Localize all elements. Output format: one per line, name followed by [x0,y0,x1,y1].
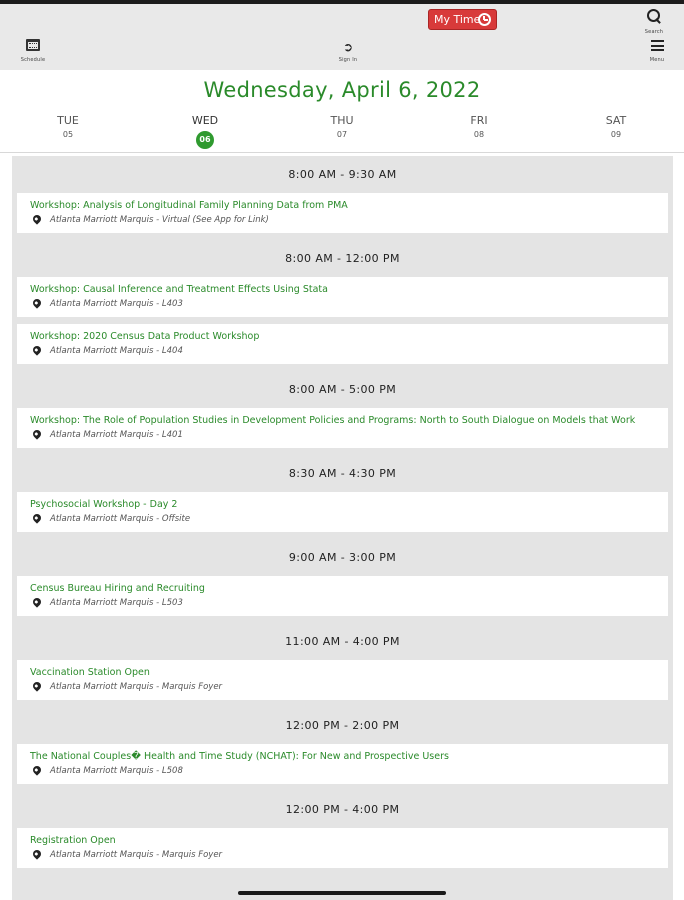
time-slot-header: 12:00 PM - 2:00 PM [285,719,400,732]
schedule-list-content: 8:00 AM - 9:30 AM Workshop: Analysis of … [12,156,673,875]
event-title[interactable]: Workshop: The Role of Population Studies… [30,414,655,427]
event-location: Atlanta Marriott Marquis - L404 [30,344,655,356]
event-card[interactable]: Registration Open Atlanta Marriott Marqu… [17,828,668,868]
map-pin-icon [31,297,43,309]
map-pin-icon [31,764,43,776]
page-title: Wednesday, April 6, 2022 [203,78,481,102]
event-location-text: Atlanta Marriott Marquis - L508 [50,766,183,776]
schedule-button[interactable]: Schedule [14,36,52,63]
time-slot-header: 8:00 AM - 5:00 PM [288,383,397,396]
event-location-text: Atlanta Marriott Marquis - L401 [50,430,183,440]
time-slot-header: 9:00 AM - 3:00 PM [288,551,397,564]
map-pin-icon [31,596,43,608]
time-slot-header: 8:30 AM - 4:30 PM [288,467,397,480]
event-location: Atlanta Marriott Marquis - L403 [30,297,655,309]
day-tab-fri[interactable]: FRI 08 [449,114,509,139]
event-location-text: Atlanta Marriott Marquis - Marquis Foyer [50,682,223,692]
search-icon [647,9,661,23]
day-selector: TUE 05 WED 06 THU 07 FRI 08 SAT 09 [0,114,684,154]
event-location: Atlanta Marriott Marquis - Offsite [30,512,655,524]
time-slot-header: 8:00 AM - 12:00 PM [285,252,400,265]
schedule-label: Schedule [20,57,46,63]
day-tab-sat[interactable]: SAT 09 [586,114,646,139]
day-name: SAT [605,114,627,127]
event-location-text: Atlanta Marriott Marquis - Marquis Foyer [50,850,223,860]
event-card[interactable]: Census Bureau Hiring and Recruiting Atla… [17,576,668,616]
event-location-text: Atlanta Marriott Marquis - Offsite [50,514,191,524]
day-tab-tue[interactable]: TUE 05 [38,114,98,139]
event-location: Atlanta Marriott Marquis - Virtual (See … [30,213,655,225]
day-name: WED [191,114,219,127]
sign-in-icon: ➲ [342,40,354,54]
event-location-text: Atlanta Marriott Marquis - L404 [50,346,183,356]
app-header: My Time Schedule ➲ Sign In Search Menu [0,4,684,70]
day-date: 07 [336,130,348,139]
map-pin-icon [31,680,43,692]
event-card[interactable]: Workshop: 2020 Census Data Product Works… [17,324,668,364]
event-title[interactable]: Vaccination Station Open [30,666,655,679]
time-slot-header: 8:00 AM - 9:30 AM [288,168,397,181]
map-pin-icon [31,848,43,860]
time-slot-header: 12:00 PM - 4:00 PM [285,803,400,816]
day-name: THU [330,114,354,127]
event-card[interactable]: Workshop: Analysis of Longitudinal Famil… [17,193,668,233]
menu-button[interactable]: Menu [640,36,674,63]
my-time-button[interactable]: My Time [428,9,497,30]
menu-icon [650,40,664,51]
app-screen: My Time Schedule ➲ Sign In Search Menu W… [0,0,684,900]
menu-label: Menu [649,57,665,63]
day-name: TUE [57,114,79,127]
calendar-icon [26,39,40,51]
event-title[interactable]: Workshop: Analysis of Longitudinal Famil… [30,199,655,212]
day-tab-wed[interactable]: WED 06 [175,114,235,149]
event-location: Atlanta Marriott Marquis - L508 [30,764,655,776]
event-card[interactable]: Vaccination Station Open Atlanta Marriot… [17,660,668,700]
event-title[interactable]: The National Couples� Health and Time St… [30,750,655,763]
search-button[interactable]: Search [636,8,672,35]
sign-in-button[interactable]: ➲ Sign In [330,36,366,64]
event-location-text: Atlanta Marriott Marquis - Virtual (See … [50,215,269,225]
day-date-selected: 06 [196,131,214,149]
time-slot-header: 11:00 AM - 4:00 PM [285,635,400,648]
map-pin-icon [31,428,43,440]
day-date: 09 [610,130,622,139]
day-date: 08 [473,130,485,139]
day-date: 05 [62,130,74,139]
event-title[interactable]: Workshop: Causal Inference and Treatment… [30,283,655,296]
sign-in-label: Sign In [338,57,358,63]
event-location: Atlanta Marriott Marquis - L401 [30,428,655,440]
event-card[interactable]: Workshop: The Role of Population Studies… [17,408,668,448]
clock-icon [478,13,491,26]
map-pin-icon [31,344,43,356]
event-location: Atlanta Marriott Marquis - Marquis Foyer [30,680,655,692]
header-divider [0,152,684,153]
event-title[interactable]: Psychosocial Workshop - Day 2 [30,498,655,511]
event-title[interactable]: Census Bureau Hiring and Recruiting [30,582,655,595]
my-time-label: My Time [434,13,481,26]
schedule-list[interactable]: 8:00 AM - 9:30 AM Workshop: Analysis of … [12,156,673,900]
event-card[interactable]: Psychosocial Workshop - Day 2 Atlanta Ma… [17,492,668,532]
map-pin-icon [31,213,43,225]
event-location-text: Atlanta Marriott Marquis - L503 [50,598,183,608]
search-label: Search [644,29,664,35]
event-location: Atlanta Marriott Marquis - Marquis Foyer [30,848,655,860]
event-card[interactable]: Workshop: Causal Inference and Treatment… [17,277,668,317]
event-title[interactable]: Registration Open [30,834,655,847]
event-title[interactable]: Workshop: 2020 Census Data Product Works… [30,330,655,343]
map-pin-icon [31,512,43,524]
home-indicator[interactable] [238,891,446,895]
day-name: FRI [470,114,488,127]
event-card[interactable]: The National Couples� Health and Time St… [17,744,668,784]
event-location: Atlanta Marriott Marquis - L503 [30,596,655,608]
day-tab-thu[interactable]: THU 07 [312,114,372,139]
event-location-text: Atlanta Marriott Marquis - L403 [50,299,183,309]
